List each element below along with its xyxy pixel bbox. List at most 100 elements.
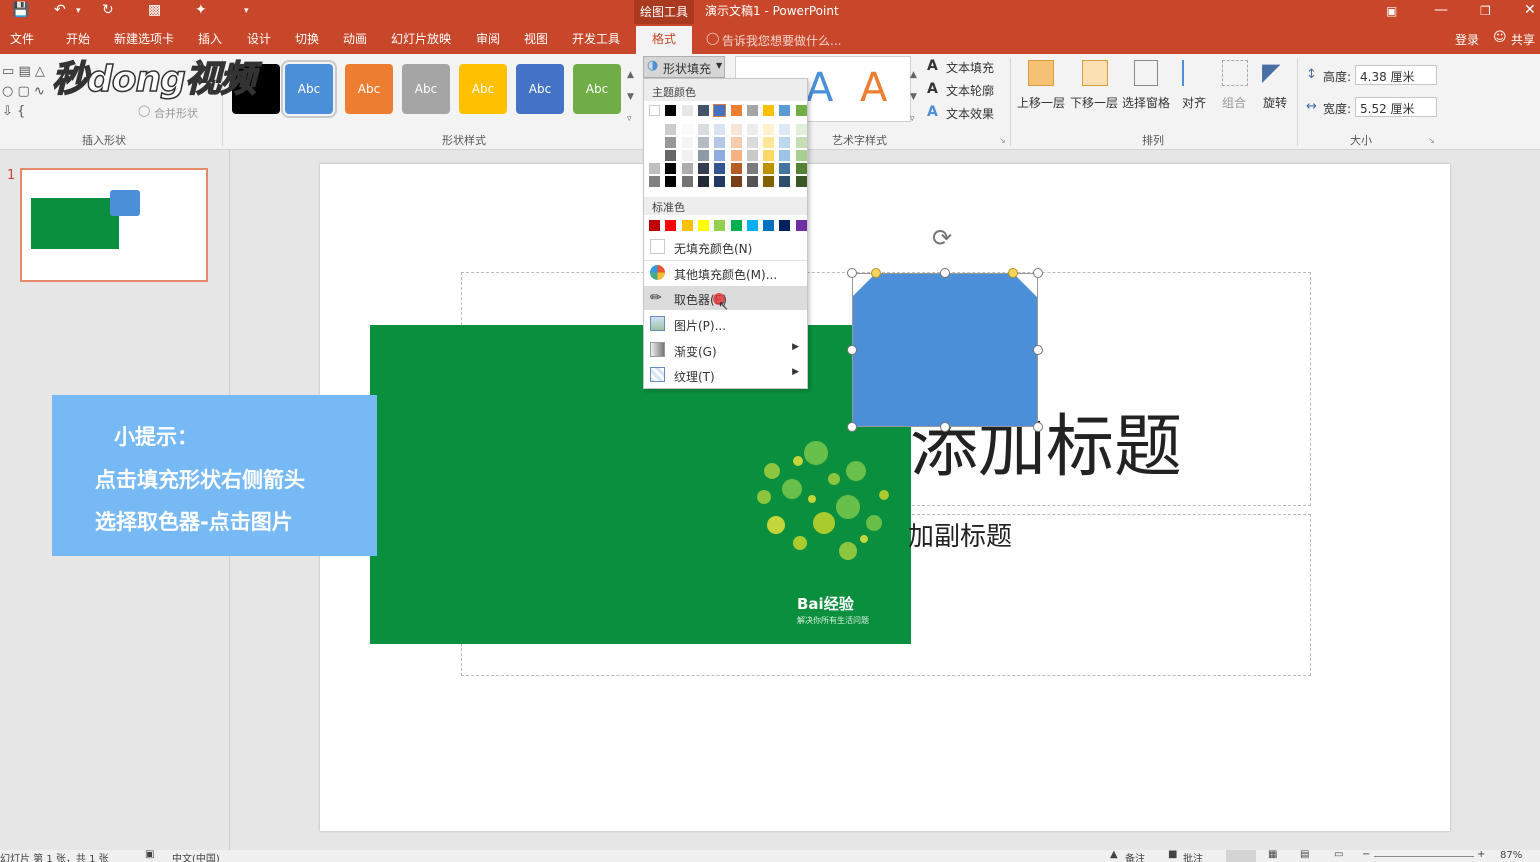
theme-shade-swatch[interactable]: [714, 137, 726, 148]
green-picture[interactable]: Bai经验 解决你所有生活问题: [370, 325, 911, 644]
textbox-icon[interactable]: ▤: [18, 64, 30, 79]
standard-color-swatch[interactable]: [665, 220, 677, 231]
group-button[interactable]: 组合: [1222, 94, 1246, 111]
theme-shade-swatch[interactable]: [779, 150, 791, 161]
notes-button[interactable]: 备注: [1125, 850, 1145, 862]
texture-item[interactable]: 纹理(T) ▶: [644, 363, 807, 387]
text-outline-button[interactable]: 文本轮廓: [946, 82, 994, 99]
theme-color-swatch[interactable]: [665, 105, 677, 116]
theme-shade-swatch[interactable]: [730, 124, 742, 135]
normal-view-button[interactable]: [1226, 850, 1256, 862]
theme-shade-swatch[interactable]: [730, 176, 742, 187]
save-icon[interactable]: 💾: [12, 2, 29, 18]
standard-color-swatch[interactable]: [779, 220, 791, 231]
triangle-icon[interactable]: △: [35, 64, 45, 79]
tab-review[interactable]: 审阅: [476, 30, 500, 47]
tab-design[interactable]: 设计: [247, 30, 271, 47]
theme-shade-swatch[interactable]: [649, 163, 660, 174]
theme-shade-swatch[interactable]: [763, 176, 775, 187]
wordart-scroll-icon[interactable]: ▲ ▼ ▿: [910, 64, 917, 130]
adjust-handle[interactable]: [871, 268, 881, 278]
selected-blue-shape[interactable]: [852, 273, 1038, 427]
reading-view-icon[interactable]: ▤: [1300, 850, 1309, 860]
eyedropper-item[interactable]: ✏ 取色器(E) ↖: [644, 286, 807, 314]
selection-pane-button[interactable]: 选择窗格: [1122, 94, 1170, 111]
standard-color-swatch[interactable]: [681, 220, 693, 231]
width-input[interactable]: 5.52 厘米: [1355, 97, 1437, 117]
zoom-level[interactable]: 87%: [1500, 850, 1522, 861]
tab-format[interactable]: 格式: [636, 26, 693, 54]
text-fill-button[interactable]: 文本填充: [946, 59, 994, 76]
rotate-button[interactable]: 旋转: [1263, 94, 1287, 111]
minimize-icon[interactable]: —: [1434, 2, 1448, 18]
no-fill-item[interactable]: 无填充颜色(N): [644, 235, 807, 259]
theme-shade-swatch[interactable]: [714, 124, 726, 135]
rotate-handle-icon[interactable]: ⟳: [932, 224, 952, 252]
brace-icon[interactable]: {: [17, 104, 25, 119]
wordart-dialog-launcher-icon[interactable]: ↘: [999, 136, 1006, 145]
tab-insert[interactable]: 插入: [198, 30, 222, 47]
size-dialog-launcher-icon[interactable]: ↘: [1428, 136, 1435, 145]
theme-color-swatch[interactable]: [746, 105, 758, 116]
theme-shade-swatch[interactable]: [795, 124, 807, 135]
tab-new[interactable]: 新建选项卡: [114, 30, 174, 47]
theme-color-swatch[interactable]: [681, 105, 693, 116]
standard-color-swatch[interactable]: [795, 220, 807, 231]
theme-shade-swatch[interactable]: [795, 176, 807, 187]
wordart-orange-a[interactable]: A: [860, 63, 887, 113]
tab-developer[interactable]: 开发工具: [572, 30, 620, 47]
resize-handle[interactable]: [940, 422, 950, 432]
theme-shade-swatch[interactable]: [681, 124, 693, 135]
theme-color-swatch[interactable]: [713, 104, 727, 117]
more-colors-item[interactable]: 其他填充颜色(M)...: [644, 261, 807, 285]
redo-icon[interactable]: ↻: [102, 2, 114, 18]
rectangle-icon[interactable]: ▭: [2, 64, 14, 79]
theme-color-swatch[interactable]: [763, 105, 775, 116]
theme-shade-swatch[interactable]: [730, 150, 742, 161]
theme-shade-swatch[interactable]: [649, 150, 660, 161]
zoom-out-icon[interactable]: −: [1362, 850, 1370, 860]
theme-shade-swatch[interactable]: [779, 137, 791, 148]
theme-shade-swatch[interactable]: [779, 176, 791, 187]
style-swatch-blue[interactable]: Abc: [281, 60, 337, 118]
arrow-shape-icon[interactable]: ⇩: [2, 104, 13, 119]
standard-color-swatch[interactable]: [746, 220, 758, 231]
touch-mode-icon[interactable]: ✦: [195, 2, 207, 18]
theme-shade-swatch[interactable]: [714, 150, 726, 161]
theme-color-swatch[interactable]: [795, 105, 807, 116]
theme-shade-swatch[interactable]: [697, 163, 709, 174]
presenter-icon[interactable]: ▩: [148, 2, 161, 18]
theme-shade-swatch[interactable]: [665, 176, 677, 187]
tab-slideshow[interactable]: 幻灯片放映: [391, 30, 451, 47]
picture-fill-item[interactable]: 图片(P)...: [644, 312, 807, 336]
theme-shade-swatch[interactable]: [763, 150, 775, 161]
theme-shade-swatch[interactable]: [681, 137, 693, 148]
theme-shade-swatch[interactable]: [763, 137, 775, 148]
tab-home[interactable]: 开始: [66, 30, 90, 47]
login-link[interactable]: 登录: [1455, 31, 1479, 48]
theme-shade-swatch[interactable]: [730, 137, 742, 148]
close-icon[interactable]: ✕: [1524, 2, 1536, 18]
theme-color-swatch[interactable]: [730, 105, 742, 116]
theme-shade-swatch[interactable]: [681, 150, 693, 161]
undo-dropdown-icon[interactable]: ▾: [76, 6, 81, 16]
theme-shade-swatch[interactable]: [779, 163, 791, 174]
theme-shade-swatch[interactable]: [795, 150, 807, 161]
resize-handle[interactable]: [1033, 422, 1043, 432]
slide-subtitle[interactable]: 加副标题: [908, 516, 1012, 553]
standard-color-swatch[interactable]: [763, 220, 775, 231]
customize-qa-icon[interactable]: ▾: [244, 6, 249, 16]
share-button[interactable]: 共享: [1511, 31, 1535, 48]
resize-handle[interactable]: [1033, 345, 1043, 355]
theme-shade-swatch[interactable]: [697, 150, 709, 161]
theme-color-swatch[interactable]: [649, 105, 660, 116]
theme-shade-swatch[interactable]: [649, 137, 660, 148]
zoom-in-icon[interactable]: +: [1477, 850, 1485, 860]
tab-animations[interactable]: 动画: [343, 30, 367, 47]
style-swatch-gray[interactable]: Abc: [402, 64, 450, 114]
rounded-rect-icon[interactable]: ▢: [17, 84, 29, 99]
resize-handle[interactable]: [847, 268, 857, 278]
standard-color-swatch[interactable]: [730, 220, 742, 231]
theme-shade-swatch[interactable]: [779, 124, 791, 135]
adjust-handle[interactable]: [1008, 268, 1018, 278]
